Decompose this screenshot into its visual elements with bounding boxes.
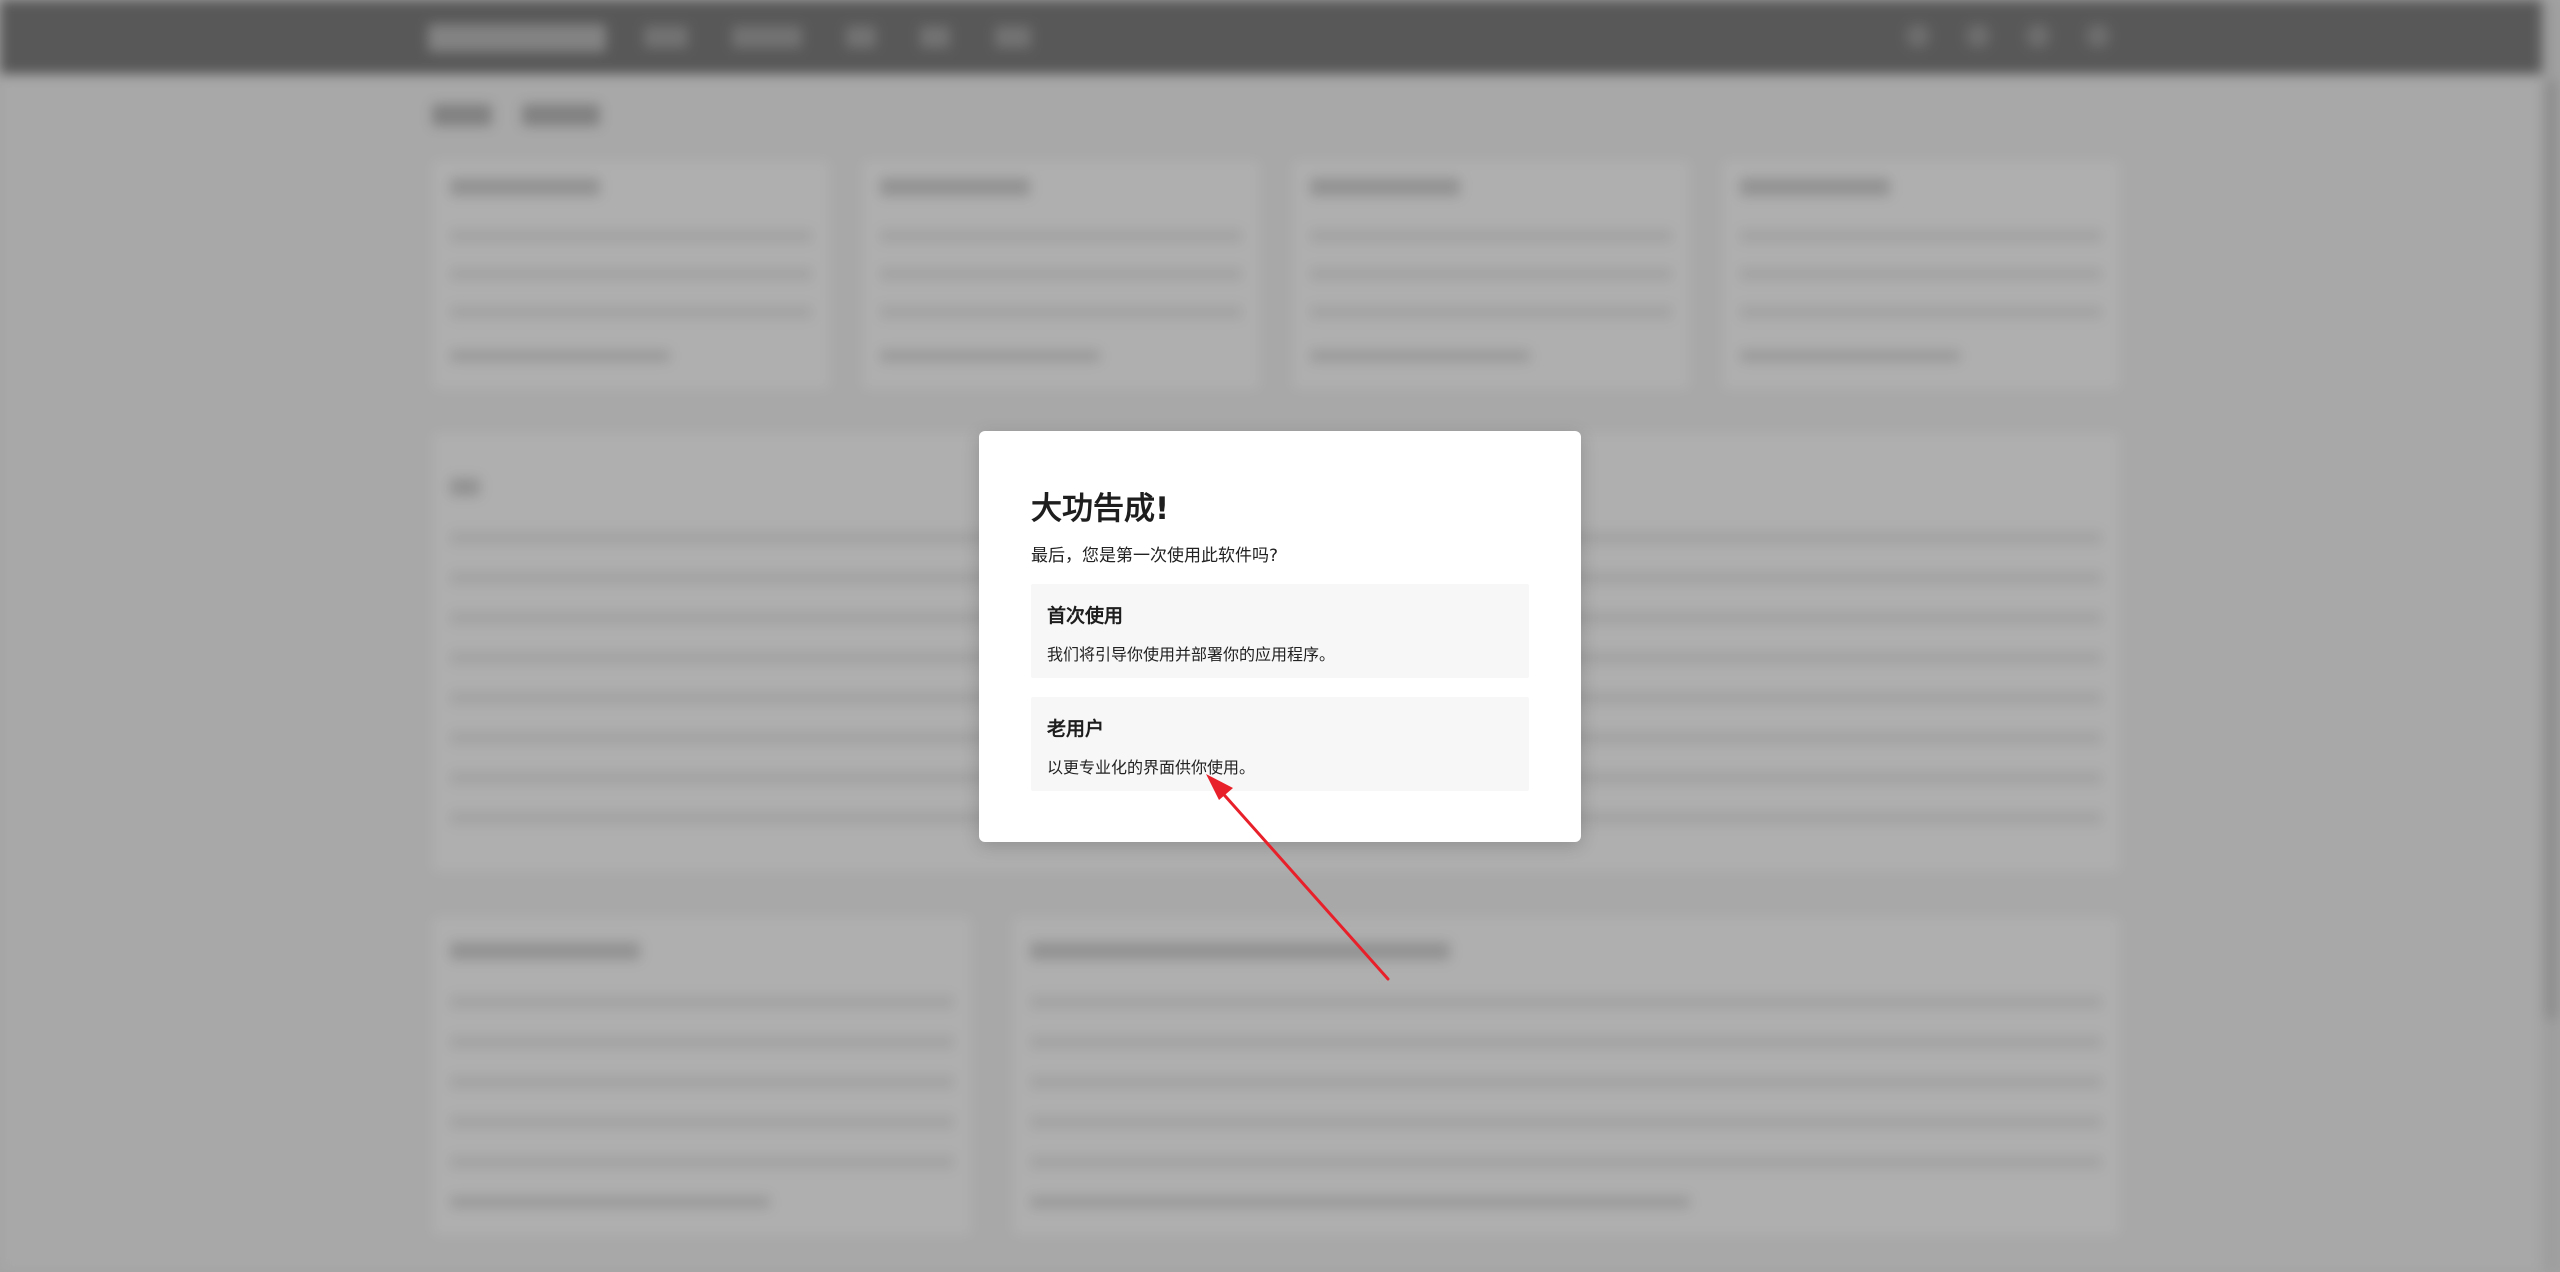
dialog-title: 大功告成! [1031, 491, 1170, 527]
onboarding-dialog: 大功告成! 最后，您是第一次使用此软件吗? 首次使用 我们将引导你使用并部署你的… [979, 431, 1581, 842]
option-description: 我们将引导你使用并部署你的应用程序。 [1047, 645, 1336, 664]
option-title: 老用户 [1047, 718, 1105, 740]
option-description: 以更专业化的界面供你使用。 [1047, 758, 1256, 777]
option-title: 首次使用 [1047, 605, 1124, 627]
existing-user-option[interactable]: 老用户 以更专业化的界面供你使用。 [1031, 697, 1529, 791]
dialog-question: 最后，您是第一次使用此软件吗? [1031, 546, 1279, 566]
first-time-use-option[interactable]: 首次使用 我们将引导你使用并部署你的应用程序。 [1031, 584, 1529, 678]
